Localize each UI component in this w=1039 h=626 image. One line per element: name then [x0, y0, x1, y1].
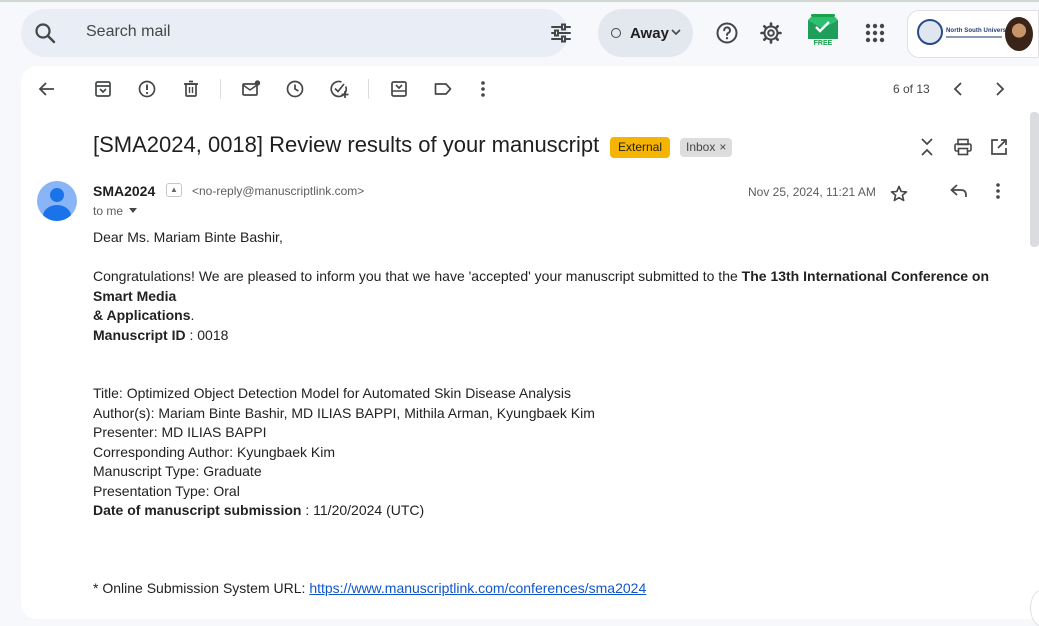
manuscript-id-value: : 0018 [185, 327, 229, 343]
reply-icon[interactable] [949, 181, 969, 201]
help-icon[interactable] [715, 21, 739, 45]
search-icon[interactable] [33, 21, 57, 45]
detail-presenter: Presenter: MD ILIAS BAPPI [93, 424, 267, 440]
url-label: * Online Submission System URL: [93, 580, 310, 596]
settings-gear-icon[interactable] [759, 21, 783, 45]
submission-url-line: * Online Submission System URL: https://… [93, 579, 646, 599]
recipient-details[interactable]: to me [93, 204, 123, 218]
remove-label-icon[interactable]: × [719, 140, 726, 154]
report-spam-icon[interactable] [137, 79, 157, 99]
top-border [0, 0, 1039, 2]
mail-check-icon [808, 14, 838, 39]
detail-title: Title: Optimized Object Detection Model … [93, 385, 572, 401]
manuscript-id-label: Manuscript ID [93, 327, 186, 343]
submission-date: Date of manuscript submission : 11/20/20… [93, 501, 424, 521]
paragraph-text: Congratulations! We are pleased to infor… [93, 268, 742, 284]
newer-chevron-left-icon[interactable] [949, 79, 969, 99]
account-switcher[interactable]: North South University [907, 10, 1039, 58]
conference-name-cont: & Applications [93, 307, 191, 323]
open-new-window-icon[interactable] [989, 137, 1009, 157]
print-icon[interactable] [953, 137, 973, 157]
status-dot-icon [611, 28, 621, 38]
sender-name[interactable]: SMA2024 [93, 183, 155, 199]
dropdown-caret-icon[interactable] [128, 207, 138, 215]
search-bar[interactable]: Search mail [21, 9, 571, 57]
paragraph-end: . [190, 307, 195, 323]
add-to-tasks-icon[interactable] [329, 79, 349, 99]
university-logo [917, 19, 943, 45]
trash-icon[interactable] [181, 79, 201, 99]
email-view: 6 of 13 [SMA2024, 0018] Review results o… [21, 66, 1039, 619]
sender-email: <no-reply@manuscriptlink.com> [192, 184, 365, 198]
snooze-clock-icon[interactable] [285, 79, 305, 99]
email-subject: [SMA2024, 0018] Review results of your m… [93, 132, 600, 157]
org-subtitle-line [946, 36, 1002, 38]
collapse-all-icon[interactable] [917, 137, 937, 157]
submission-date-label: Date of manuscript submission [93, 502, 302, 518]
submission-date-value: : 11/20/2024 (UTC) [301, 502, 425, 518]
external-label-chip: External [610, 137, 671, 158]
sender-info-icon[interactable]: ▲ [166, 183, 182, 197]
archive-icon[interactable] [93, 79, 113, 99]
email-date: Nov 25, 2024, 11:21 AM [748, 185, 876, 199]
more-options-icon[interactable] [473, 79, 493, 99]
back-arrow-icon[interactable] [37, 79, 57, 99]
sender-avatar[interactable] [37, 181, 77, 221]
avatar-body-icon [43, 205, 71, 221]
detail-presentation-type: Presentation Type: Oral [93, 483, 240, 499]
scrollbar-thumb[interactable] [1030, 112, 1039, 247]
label-icon[interactable] [433, 79, 453, 99]
org-name: North South University [946, 28, 1014, 34]
inbox-label-text: Inbox [686, 140, 716, 154]
search-options-icon[interactable] [549, 21, 573, 45]
inbox-label-chip: Inbox × [680, 138, 733, 157]
detail-manuscript-type: Manuscript Type: Graduate [93, 463, 262, 479]
toolbar-divider [368, 79, 369, 99]
message-counter: 6 of 13 [893, 82, 930, 96]
message-more-icon[interactable] [988, 181, 1008, 201]
search-input[interactable]: Search mail [86, 23, 170, 41]
move-to-icon[interactable] [389, 79, 409, 99]
avatar-head-icon [50, 188, 64, 202]
star-icon[interactable] [889, 184, 909, 204]
status-button[interactable]: Away [598, 9, 693, 57]
detail-corresponding-author: Corresponding Author: Kyungbaek Kim [93, 444, 336, 460]
profile-avatar[interactable] [1005, 17, 1033, 51]
mark-unread-icon[interactable] [241, 79, 261, 99]
detail-authors: Author(s): Mariam Binte Bashir, MD ILIAS… [93, 405, 595, 421]
toolbar-divider [220, 79, 221, 99]
submission-system-link[interactable]: https://www.manuscriptlink.com/conferenc… [309, 580, 646, 596]
free-extension-button[interactable]: FREE [805, 14, 841, 50]
chevron-down-icon [671, 29, 681, 36]
email-paragraph: Congratulations! We are pleased to infor… [93, 267, 1013, 326]
free-badge: FREE [813, 40, 833, 47]
email-greeting: Dear Ms. Mariam Binte Bashir, [93, 229, 283, 245]
manuscript-id: Manuscript ID : 0018 [93, 326, 228, 346]
status-label: Away [630, 25, 669, 42]
apps-grid-icon[interactable] [863, 21, 887, 45]
older-chevron-right-icon[interactable] [989, 79, 1009, 99]
